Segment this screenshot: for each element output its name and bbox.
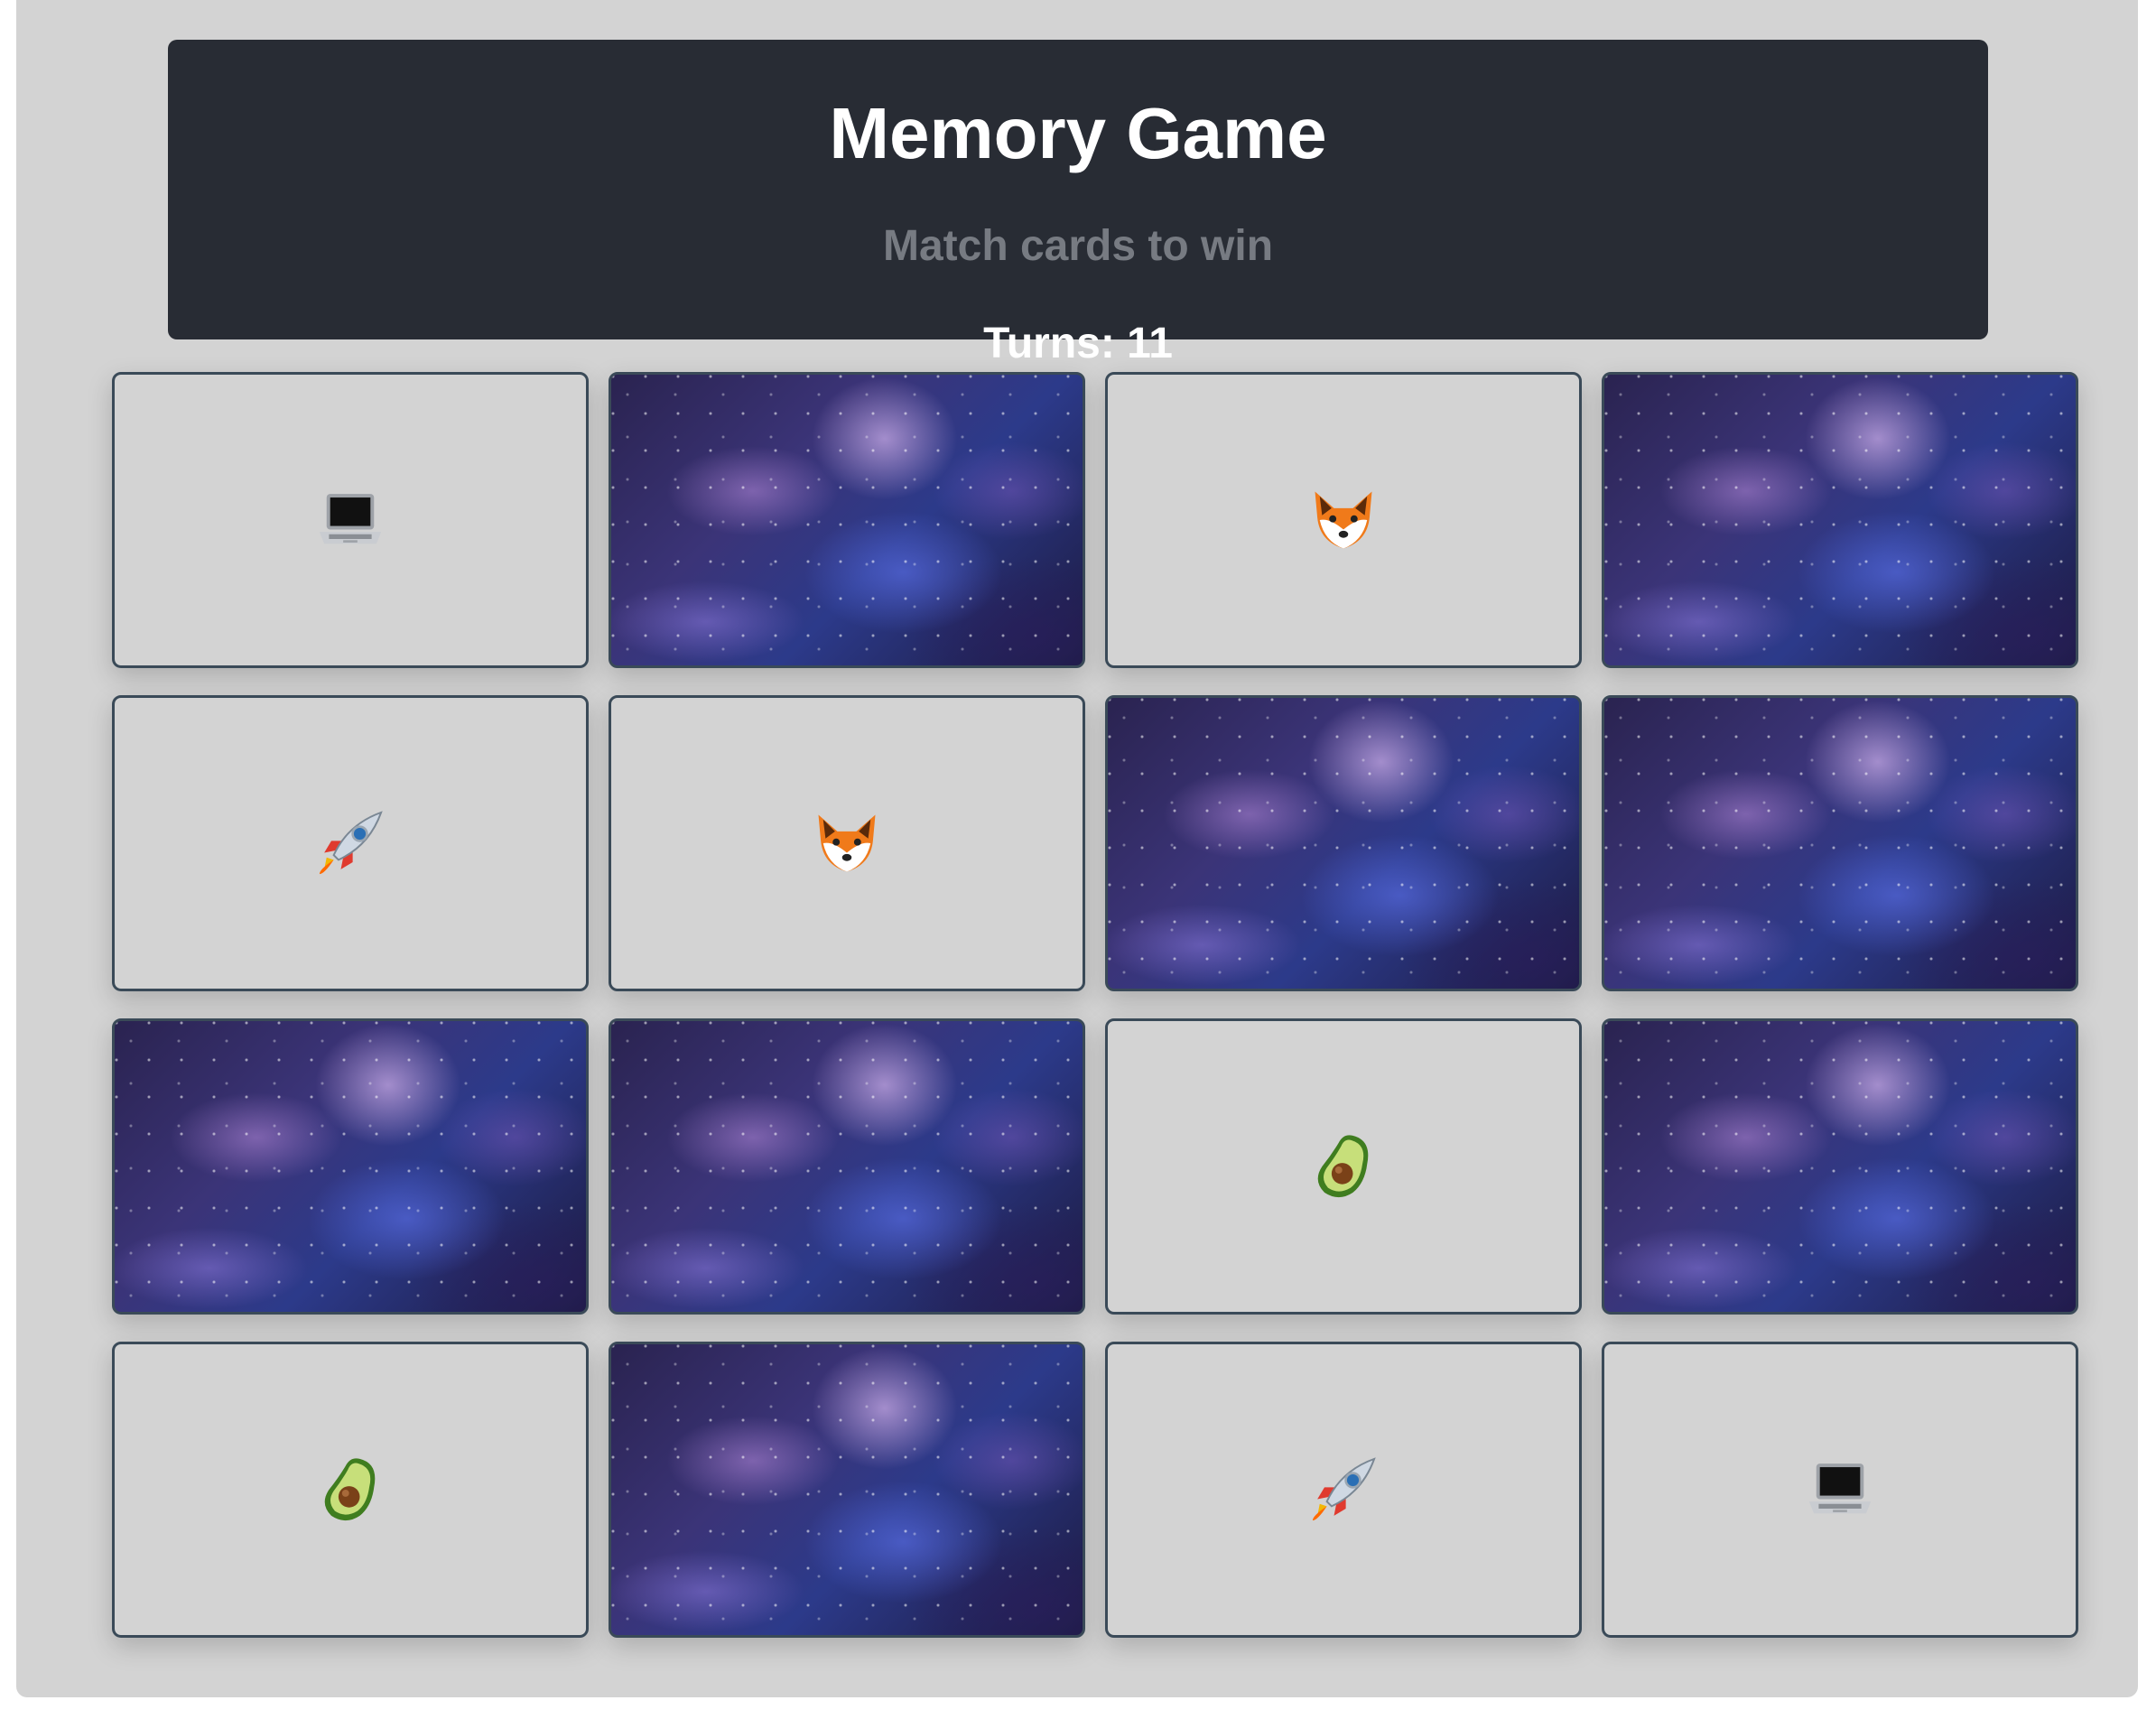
card-hidden[interactable]	[1602, 372, 2078, 668]
card-hidden[interactable]	[609, 1342, 1085, 1638]
card-revealed[interactable]	[1105, 372, 1582, 668]
card-hidden[interactable]	[609, 372, 1085, 668]
rocket-icon	[115, 698, 586, 989]
card-revealed[interactable]	[112, 372, 589, 668]
rocket-icon	[1108, 1344, 1579, 1635]
app-container: Memory Game Match cards to win Turns: 11	[16, 0, 2138, 1697]
avocado-icon	[115, 1344, 586, 1635]
fox-icon	[611, 698, 1083, 989]
card-revealed[interactable]	[112, 695, 589, 991]
card-hidden[interactable]	[1602, 695, 2078, 991]
laptop-icon	[115, 375, 586, 665]
card-revealed[interactable]	[1105, 1342, 1582, 1638]
game-title: Memory Game	[829, 93, 1327, 173]
card-revealed[interactable]	[1105, 1018, 1582, 1315]
card-revealed[interactable]	[1602, 1342, 2078, 1638]
fox-icon	[1108, 375, 1579, 665]
card-hidden[interactable]	[112, 1018, 589, 1315]
card-hidden[interactable]	[609, 1018, 1085, 1315]
card-hidden[interactable]	[1602, 1018, 2078, 1315]
card-hidden[interactable]	[1105, 695, 1582, 991]
game-header: Memory Game Match cards to win Turns: 11	[168, 40, 1988, 367]
game-subtitle: Match cards to win	[882, 222, 1274, 270]
card-revealed[interactable]	[609, 695, 1085, 991]
turns-counter: Turns: 11	[983, 320, 1173, 367]
avocado-icon	[1108, 1021, 1579, 1312]
laptop-icon	[1604, 1344, 2076, 1635]
card-revealed[interactable]	[112, 1342, 589, 1638]
card-grid	[112, 372, 2080, 1640]
